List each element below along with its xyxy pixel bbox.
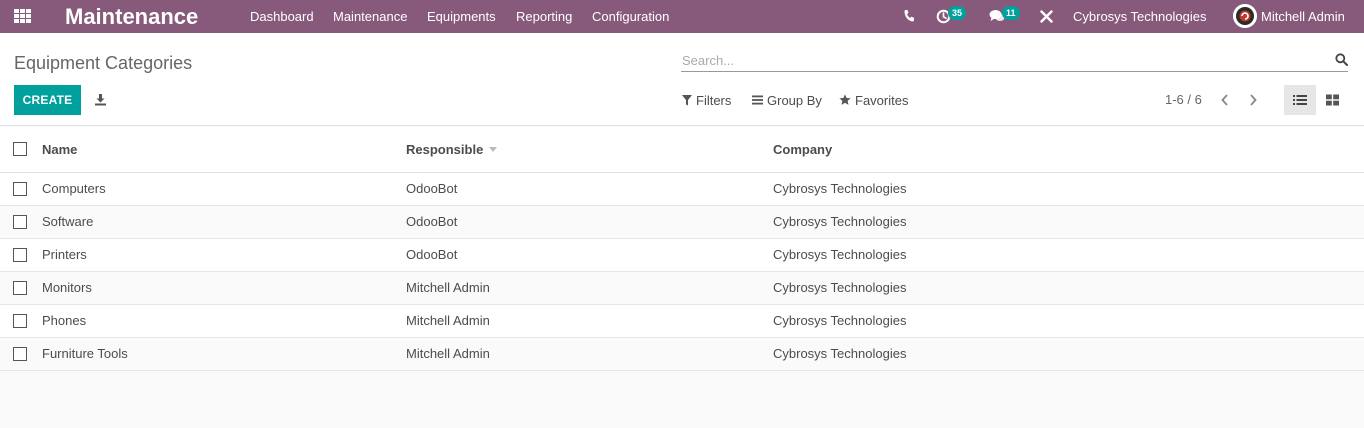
cell-company[interactable]: Cybrosys Technologies bbox=[773, 238, 1364, 271]
cell-name[interactable]: Phones bbox=[42, 304, 406, 337]
table-row[interactable]: Monitors Mitchell Admin Cybrosys Technol… bbox=[0, 271, 1364, 304]
column-header-name-label: Name bbox=[42, 141, 78, 157]
cell-company[interactable]: Cybrosys Technologies bbox=[773, 205, 1364, 238]
control-panel: Equipment Categories CREATE Filters Grou… bbox=[0, 33, 1364, 126]
menu-equipments[interactable]: Equipments bbox=[427, 9, 496, 24]
list-view-icon bbox=[1293, 95, 1307, 105]
user-menu[interactable]: Mitchell Admin bbox=[1261, 9, 1345, 24]
table-header-row: Name Responsible Company bbox=[0, 127, 1364, 172]
cell-company[interactable]: Cybrosys Technologies bbox=[773, 271, 1364, 304]
row-checkbox[interactable] bbox=[13, 181, 27, 196]
download-icon[interactable] bbox=[94, 93, 107, 106]
search-icon[interactable] bbox=[1335, 53, 1348, 66]
kanban-view-icon bbox=[1325, 94, 1339, 106]
column-header-name[interactable]: Name bbox=[42, 127, 406, 172]
bars-icon bbox=[752, 95, 763, 105]
row-select-cell bbox=[0, 172, 42, 205]
table-row[interactable]: Software OdooBot Cybrosys Technologies bbox=[0, 205, 1364, 238]
favorites-label: Favorites bbox=[855, 92, 909, 108]
cell-company[interactable]: Cybrosys Technologies bbox=[773, 337, 1364, 370]
row-select-cell bbox=[0, 337, 42, 370]
group-by-label: Group By bbox=[767, 92, 822, 108]
select-all-cell bbox=[0, 127, 42, 172]
user-avatar[interactable] bbox=[1233, 4, 1257, 28]
filter-funnel-icon bbox=[682, 94, 692, 105]
pager-value[interactable]: 1-6 / 6 bbox=[1165, 92, 1202, 107]
chevron-right-icon[interactable] bbox=[1247, 93, 1259, 107]
close-icon[interactable] bbox=[1040, 10, 1053, 23]
cell-name[interactable]: Computers bbox=[42, 172, 406, 205]
row-checkbox[interactable] bbox=[13, 346, 27, 361]
filters-button[interactable]: Filters bbox=[682, 92, 731, 108]
select-all-checkbox[interactable] bbox=[13, 142, 27, 157]
cell-responsible[interactable]: Mitchell Admin bbox=[406, 337, 773, 370]
cell-company[interactable]: Cybrosys Technologies bbox=[773, 172, 1364, 205]
row-checkbox[interactable] bbox=[13, 313, 27, 328]
group-by-button[interactable]: Group By bbox=[752, 92, 822, 108]
company-switcher[interactable]: Cybrosys Technologies bbox=[1073, 9, 1206, 24]
table-row[interactable]: Phones Mitchell Admin Cybrosys Technolog… bbox=[0, 304, 1364, 337]
cell-name[interactable]: Printers bbox=[42, 238, 406, 271]
create-button[interactable]: CREATE bbox=[14, 85, 81, 115]
list-view-button[interactable] bbox=[1284, 85, 1316, 115]
app-title[interactable]: Maintenance bbox=[65, 4, 198, 30]
cell-name[interactable]: Monitors bbox=[42, 271, 406, 304]
cell-responsible[interactable]: OdooBot bbox=[406, 238, 773, 271]
menu-reporting[interactable]: Reporting bbox=[516, 9, 572, 24]
top-navbar: Maintenance Dashboard Maintenance Equipm… bbox=[0, 0, 1364, 33]
row-checkbox[interactable] bbox=[13, 214, 27, 229]
chevron-left-icon[interactable] bbox=[1219, 93, 1231, 107]
row-select-cell bbox=[0, 205, 42, 238]
search-input[interactable] bbox=[682, 50, 1312, 70]
equipment-categories-table: Name Responsible Company Computers OdooB… bbox=[0, 127, 1364, 371]
menu-dashboard[interactable]: Dashboard bbox=[250, 9, 314, 24]
cell-company[interactable]: Cybrosys Technologies bbox=[773, 304, 1364, 337]
column-header-company[interactable]: Company bbox=[773, 127, 1364, 172]
table-row[interactable]: Furniture Tools Mitchell Admin Cybrosys … bbox=[0, 337, 1364, 370]
table-row[interactable]: Printers OdooBot Cybrosys Technologies bbox=[0, 238, 1364, 271]
star-icon bbox=[839, 94, 851, 105]
menu-maintenance[interactable]: Maintenance bbox=[333, 9, 407, 24]
cell-responsible[interactable]: Mitchell Admin bbox=[406, 271, 773, 304]
apps-menu-icon[interactable] bbox=[14, 9, 32, 23]
favorites-button[interactable]: Favorites bbox=[839, 92, 908, 108]
kanban-view-button[interactable] bbox=[1316, 85, 1348, 115]
activity-count-badge: 35 bbox=[948, 6, 967, 20]
row-select-cell bbox=[0, 271, 42, 304]
search-bar bbox=[681, 48, 1348, 72]
column-header-responsible[interactable]: Responsible bbox=[406, 127, 773, 172]
column-header-company-label: Company bbox=[773, 141, 833, 157]
row-select-cell bbox=[0, 304, 42, 337]
message-count-badge: 11 bbox=[1002, 6, 1020, 20]
table-row[interactable]: Computers OdooBot Cybrosys Technologies bbox=[0, 172, 1364, 205]
sort-caret-icon bbox=[489, 146, 498, 152]
filters-label: Filters bbox=[696, 92, 732, 108]
row-checkbox[interactable] bbox=[13, 247, 27, 262]
row-select-cell bbox=[0, 238, 42, 271]
column-header-responsible-label: Responsible bbox=[406, 141, 484, 157]
cell-name[interactable]: Furniture Tools bbox=[42, 337, 406, 370]
row-checkbox[interactable] bbox=[13, 280, 27, 295]
cell-responsible[interactable]: OdooBot bbox=[406, 205, 773, 238]
breadcrumb-title: Equipment Categories bbox=[14, 53, 193, 73]
menu-configuration[interactable]: Configuration bbox=[592, 9, 669, 24]
phone-icon[interactable] bbox=[903, 9, 915, 23]
cell-name[interactable]: Software bbox=[42, 205, 406, 238]
cell-responsible[interactable]: OdooBot bbox=[406, 172, 773, 205]
cell-responsible[interactable]: Mitchell Admin bbox=[406, 304, 773, 337]
